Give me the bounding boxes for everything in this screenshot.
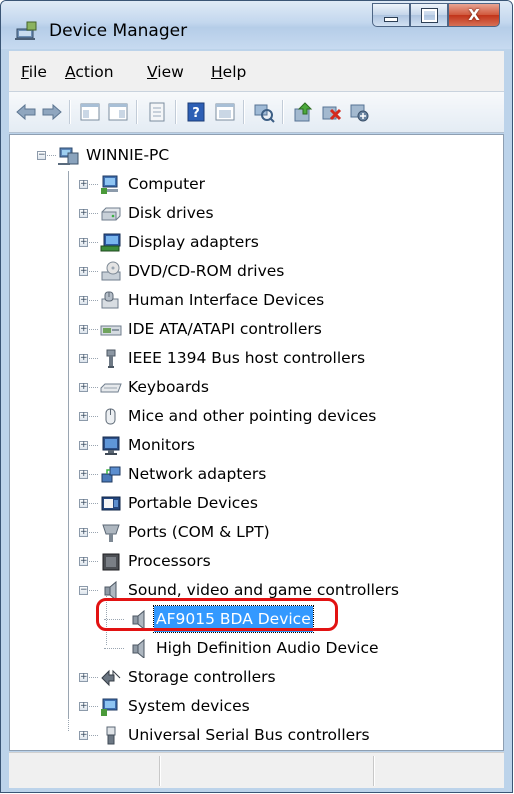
- expand-icon[interactable]: +: [79, 383, 88, 392]
- tree-item-label: Universal Serial Bus controllers: [128, 726, 370, 744]
- monitor-icon: [102, 436, 120, 455]
- action-pane-icon[interactable]: [214, 101, 236, 123]
- ieee-icon: [106, 349, 116, 368]
- console-tree-icon[interactable]: [79, 101, 101, 123]
- disk-icon: [101, 207, 121, 221]
- storage-icon: [101, 669, 121, 687]
- tree-item-label: Display adapters: [128, 233, 259, 251]
- expand-icon[interactable]: +: [79, 499, 88, 508]
- tree-item-label: Processors: [128, 552, 211, 570]
- status-bar: [9, 752, 504, 788]
- sound-icon: [104, 580, 117, 600]
- tree-item-label: Ports (COM & LPT): [128, 523, 270, 541]
- expand-icon[interactable]: +: [79, 528, 88, 537]
- tree-item-label: Human Interface Devices: [128, 291, 325, 309]
- expand-icon[interactable]: +: [79, 267, 88, 276]
- expand-icon[interactable]: +: [79, 702, 88, 711]
- expand-icon[interactable]: +: [79, 209, 88, 218]
- tree-item-label: Network adapters: [128, 465, 267, 483]
- menu-action[interactable]: Action: [65, 63, 114, 81]
- title-bar[interactable]: Device Manager X: [1, 1, 512, 49]
- tree-item-label: Disk drives: [128, 204, 214, 222]
- mouse-icon: [105, 408, 116, 425]
- collapse-icon[interactable]: −: [37, 151, 46, 160]
- computer-icon: [101, 175, 118, 194]
- help-icon[interactable]: ?: [185, 101, 207, 123]
- tree-item-label: High Definition Audio Device: [156, 639, 379, 657]
- device-manager-icon: [15, 21, 37, 40]
- menu-help[interactable]: Help: [211, 63, 246, 81]
- menu-view[interactable]: View: [147, 63, 184, 81]
- close-icon: X: [468, 6, 480, 24]
- expand-icon[interactable]: +: [79, 238, 88, 247]
- menu-bar: File Action View Help: [9, 51, 504, 92]
- tree-item-label: Storage controllers: [128, 668, 276, 686]
- uninstall-icon[interactable]: [320, 101, 342, 123]
- window-title: Device Manager: [49, 21, 188, 41]
- close-button[interactable]: X: [448, 3, 500, 27]
- usb-icon: [106, 726, 116, 745]
- sound-icon: [132, 638, 145, 658]
- svg-text:?: ?: [192, 106, 200, 121]
- disable-icon[interactable]: [348, 101, 370, 123]
- tree-item-label: Mice and other pointing devices: [128, 407, 377, 425]
- scan-hardware-icon[interactable]: [253, 101, 275, 123]
- expand-icon[interactable]: +: [79, 470, 88, 479]
- forward-icon[interactable]: [41, 101, 63, 123]
- console-pane-icon[interactable]: [107, 101, 129, 123]
- tree-item-label: Computer: [128, 175, 206, 193]
- expand-icon[interactable]: +: [79, 180, 88, 189]
- expand-icon[interactable]: +: [79, 354, 88, 363]
- maximize-button[interactable]: [410, 3, 448, 27]
- update-driver-icon[interactable]: [292, 101, 314, 123]
- tree-item-label: Monitors: [128, 436, 195, 454]
- expand-icon[interactable]: +: [79, 412, 88, 421]
- expand-icon[interactable]: +: [79, 441, 88, 450]
- tree-item-label: DVD/CD-ROM drives: [128, 262, 285, 280]
- hid-icon: [101, 291, 119, 309]
- expand-icon[interactable]: +: [79, 557, 88, 566]
- keyboard-icon: [100, 383, 122, 393]
- menu-file[interactable]: File: [21, 63, 47, 81]
- tree-item-label: Keyboards: [128, 378, 209, 396]
- expand-icon[interactable]: +: [79, 673, 88, 682]
- maximize-icon: [420, 7, 438, 23]
- expand-icon[interactable]: +: [79, 325, 88, 334]
- toolbar: ?: [9, 92, 504, 133]
- portable-icon: [101, 496, 121, 511]
- minimize-button[interactable]: [372, 3, 410, 27]
- tree-item-label: IDE ATA/ATAPI controllers: [128, 320, 322, 338]
- dvd-icon: [101, 261, 121, 281]
- back-icon[interactable]: [15, 101, 37, 123]
- system-icon: [101, 698, 118, 716]
- expand-icon[interactable]: +: [79, 731, 88, 740]
- tree-item-label: IEEE 1394 Bus host controllers: [128, 349, 366, 367]
- minimize-icon: [384, 16, 398, 22]
- pc-icon: [58, 147, 79, 165]
- ports-icon: [102, 524, 120, 542]
- collapse-icon[interactable]: −: [79, 586, 88, 595]
- selection-highlight-ring: [96, 598, 338, 631]
- network-icon: [101, 466, 121, 483]
- display-icon: [100, 233, 121, 252]
- ide-icon: [100, 325, 122, 336]
- cpu-icon: [102, 553, 120, 571]
- tree-item-label: WINNIE-PC: [86, 146, 170, 164]
- properties-icon[interactable]: [146, 101, 168, 123]
- expand-icon[interactable]: +: [79, 296, 88, 305]
- tree-item-label: System devices: [128, 697, 250, 715]
- tree-item-label: Portable Devices: [128, 494, 258, 512]
